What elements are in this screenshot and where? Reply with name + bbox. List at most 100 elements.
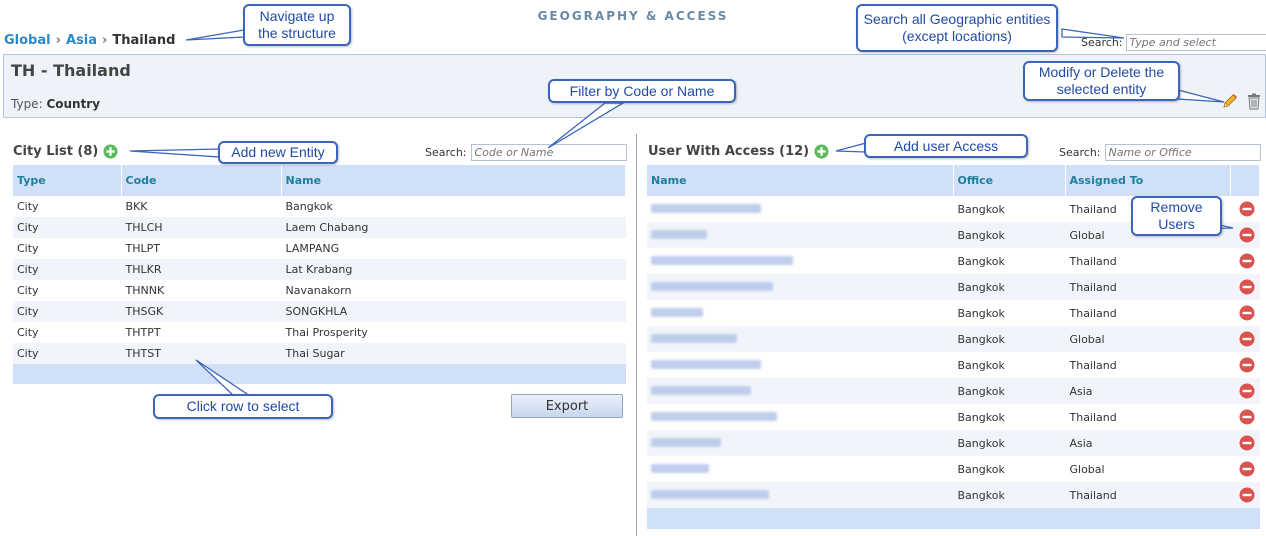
column-actions [1230, 165, 1260, 196]
city-search-input[interactable] [470, 144, 627, 161]
city-search-label: Search: [425, 146, 467, 159]
column-code[interactable]: Code [121, 165, 282, 196]
remove-user-icon[interactable] [1239, 253, 1255, 269]
user-cell-office: Bangkok [953, 222, 1065, 248]
user-cell-actions [1230, 300, 1260, 326]
remove-user-icon[interactable] [1239, 357, 1255, 373]
city-row[interactable]: City THNNK Navanakorn [13, 280, 626, 301]
city-cell-type: City [13, 259, 121, 280]
user-search-label: Search: [1059, 146, 1101, 159]
user-cell-actions [1230, 482, 1260, 508]
callout-search-all: Search all Geographic entities (except l… [856, 4, 1058, 52]
column-assigned-to[interactable]: Assigned To [1065, 165, 1231, 196]
city-cell-code: THTPT [125, 326, 161, 339]
user-row[interactable]: Bangkok Asia [647, 378, 1260, 404]
column-office[interactable]: Office [953, 165, 1066, 196]
city-table-footer-cell [13, 364, 626, 384]
city-row[interactable]: City BKK Bangkok [13, 196, 626, 217]
user-row[interactable]: Bangkok Global [647, 326, 1260, 352]
user-cell-actions [1230, 430, 1260, 456]
user-cell-office: Bangkok [957, 254, 1005, 268]
redacted-user-name [651, 411, 777, 421]
user-row[interactable]: Bangkok Thailand [647, 482, 1260, 508]
city-cell-code: THLKR [121, 259, 281, 280]
city-row[interactable]: City THLCH Laem Chabang [13, 217, 626, 238]
user-row[interactable]: Bangkok Asia [647, 430, 1260, 456]
user-cell-office: Bangkok [957, 202, 1005, 216]
breadcrumb-separator: › [55, 33, 61, 48]
breadcrumb-separator: › [101, 33, 108, 48]
user-search-input[interactable] [1104, 144, 1261, 161]
city-cell-type: City [17, 200, 39, 213]
pencil-icon[interactable] [1221, 92, 1239, 110]
global-search-label: Search: [1081, 36, 1123, 49]
city-cell-name: LAMPANG [285, 242, 340, 255]
remove-user-icon[interactable] [1239, 435, 1255, 451]
entity-type-value: Country [46, 97, 101, 111]
user-search: Search: [1059, 144, 1261, 161]
breadcrumb-asia[interactable]: Asia [66, 33, 97, 48]
remove-user-icon[interactable] [1239, 279, 1255, 295]
user-row[interactable]: Bangkok Thailand [647, 404, 1260, 430]
user-cell-name [647, 378, 953, 404]
user-cell-office: Bangkok [953, 274, 1065, 300]
remove-user-icon[interactable] [1239, 227, 1255, 243]
city-row[interactable]: City THLPT LAMPANG [13, 238, 626, 259]
city-row[interactable]: City THLKR Lat Krabang [13, 259, 626, 280]
user-cell-office: Bangkok [957, 410, 1005, 424]
user-cell-assigned[interactable]: Global [1065, 326, 1230, 352]
user-cell-name [647, 404, 953, 430]
column-user-name[interactable]: Name [647, 165, 954, 196]
column-name[interactable]: Name [281, 165, 626, 196]
remove-user-icon[interactable] [1239, 383, 1255, 399]
user-row[interactable]: Bangkok Thailand [647, 300, 1260, 326]
city-cell-code: BKK [125, 200, 148, 213]
redacted-user-name [651, 333, 737, 343]
users-table-footer [647, 508, 1260, 529]
export-button[interactable]: Export [511, 394, 623, 418]
user-row[interactable]: Bangkok Thailand [647, 274, 1260, 300]
city-cell-code: THNNK [125, 284, 165, 297]
callout-modify: Modify or Delete the selected entity [1023, 61, 1180, 101]
column-type[interactable]: Type [13, 165, 122, 196]
city-cell-name: Lat Krabang [281, 259, 626, 280]
user-cell-office: Bangkok [953, 326, 1065, 352]
user-cell-name [647, 352, 953, 378]
city-row[interactable]: City THTST Thai Sugar [13, 343, 626, 364]
city-table-footer [13, 364, 626, 384]
remove-user-icon[interactable] [1239, 409, 1255, 425]
callout-add-user: Add user Access [864, 134, 1028, 158]
user-row[interactable]: Bangkok Thailand [647, 248, 1260, 274]
remove-user-icon[interactable] [1239, 331, 1255, 347]
breadcrumb-global[interactable]: Global [4, 33, 51, 48]
remove-user-icon[interactable] [1239, 487, 1255, 503]
redacted-user-name [651, 203, 761, 213]
user-cell-assigned: Thailand [1069, 358, 1117, 372]
add-user-icon[interactable] [814, 144, 829, 159]
user-cell-office: Bangkok [957, 358, 1005, 372]
user-row[interactable]: Bangkok Thailand [647, 352, 1260, 378]
trash-icon[interactable] [1245, 92, 1263, 110]
remove-user-icon[interactable] [1239, 201, 1255, 217]
city-row[interactable]: City THSGK SONGKHLA [13, 301, 626, 322]
user-cell-assigned[interactable]: Global [1065, 456, 1230, 482]
user-row[interactable]: Bangkok Global [647, 456, 1260, 482]
breadcrumb-current: Thailand [112, 33, 176, 48]
user-cell-assigned[interactable]: Asia [1065, 430, 1230, 456]
user-cell-actions [1230, 196, 1260, 222]
redacted-user-name [651, 385, 751, 395]
city-table: Type Code Name City BKK Bangkok City THLCH La… [13, 165, 626, 384]
user-cell-actions [1230, 222, 1260, 248]
city-list-title: City List (8) [13, 144, 118, 159]
user-cell-office: Bangkok [953, 378, 1065, 404]
city-table-header: Type Code Name [13, 165, 626, 196]
user-cell-assigned[interactable]: Asia [1065, 378, 1230, 404]
global-search-input[interactable] [1125, 34, 1266, 51]
add-entity-icon[interactable] [103, 144, 118, 159]
remove-user-icon[interactable] [1239, 305, 1255, 321]
city-cell-code: THLPT [125, 242, 160, 255]
user-cell-name [647, 456, 953, 482]
user-cell-actions [1230, 352, 1260, 378]
remove-user-icon[interactable] [1239, 461, 1255, 477]
city-row[interactable]: City THTPT Thai Prosperity [13, 322, 626, 343]
